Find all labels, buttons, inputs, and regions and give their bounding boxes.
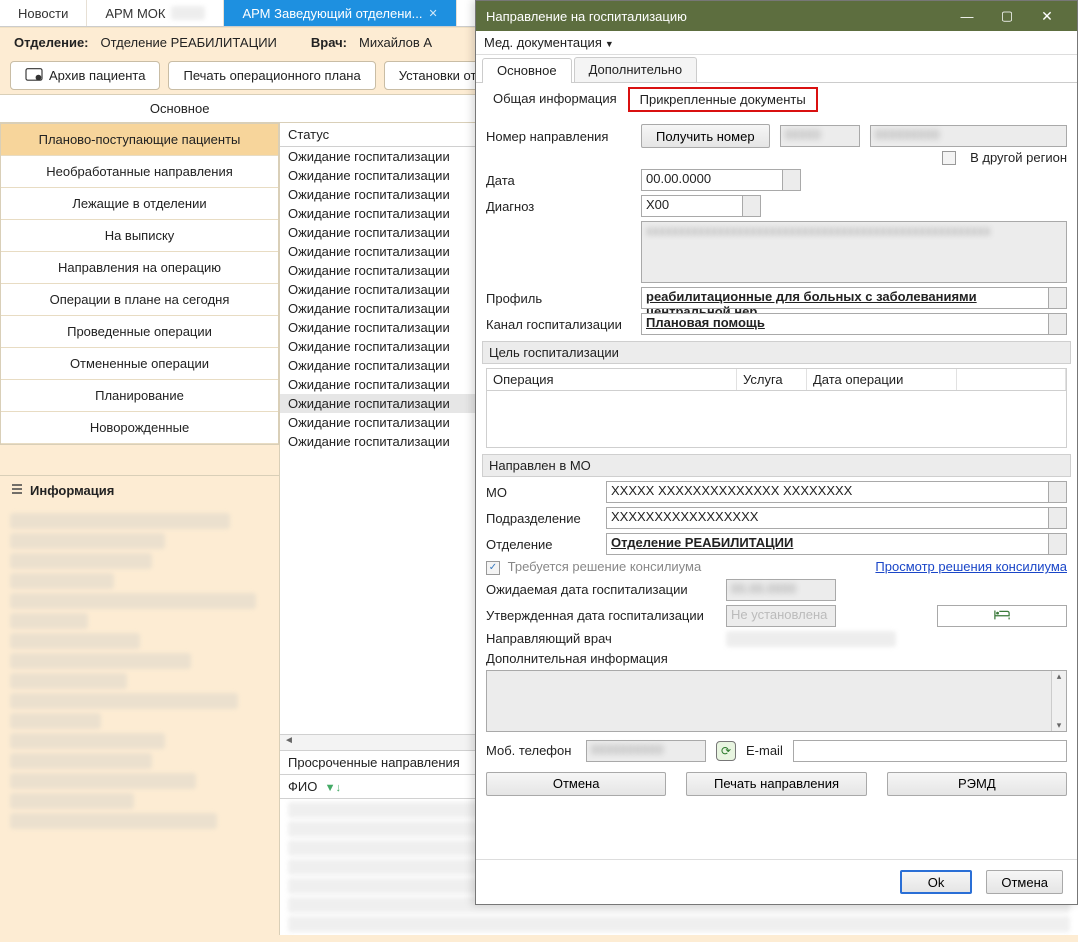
menu-med-doc[interactable]: Мед. документация▼ xyxy=(484,35,614,50)
phone-field[interactable]: 0000000000 xyxy=(586,740,706,762)
phone-label: Моб. телефон xyxy=(486,743,576,758)
ok-button[interactable]: Ok xyxy=(900,870,973,894)
cancel-referral-button[interactable]: Отмена xyxy=(486,772,666,796)
diag-code-field[interactable]: X00 xyxy=(641,195,761,217)
dept-form-label: Отделение xyxy=(486,537,596,552)
refresh-icon[interactable]: ⟳ xyxy=(716,741,736,761)
conf-date-label: Утвержденная дата госпитализации xyxy=(486,608,716,623)
nav-item[interactable]: Отмененные операции xyxy=(1,348,278,380)
info-body xyxy=(0,505,279,935)
print-referral-button[interactable]: Печать направления xyxy=(686,772,866,796)
sent-header: Направлен в МО xyxy=(482,454,1071,477)
archive-button[interactable]: Архив пациента xyxy=(10,61,160,90)
dept-value: Отделение РЕАБИЛИТАЦИИ xyxy=(101,35,277,50)
filter-icon[interactable]: ▼↓ xyxy=(325,782,341,794)
exp-date-field[interactable]: 00.00.0000 xyxy=(726,579,836,601)
dialog-title: Направление на госпитализацию xyxy=(486,9,687,24)
form-area: Номер направления Получить номер 00000 0… xyxy=(476,116,1077,859)
hospitalization-dialog: Направление на госпитализацию — ▢ ✕ Мед.… xyxy=(475,0,1078,905)
date-field[interactable]: 00.00.0000 xyxy=(641,169,801,191)
profile-label: Профиль xyxy=(486,291,631,306)
remd-button[interactable]: РЭМД xyxy=(887,772,1067,796)
dialog-sub-tabs: Общая информация Прикрепленные документы xyxy=(476,83,1077,116)
info-header: Информация xyxy=(0,475,279,505)
diag-text-field[interactable]: xxxxxxxxxxxxxxxxxxxxxxxxxxxxxxxxxxxxxxxx… xyxy=(641,221,1067,283)
scrollbar[interactable]: ▴▾ xyxy=(1051,671,1066,731)
subdiv-field[interactable]: XXXXXXXXXXXXXXXXX xyxy=(606,507,1067,529)
extra-info-field[interactable]: ▴▾ xyxy=(486,670,1067,732)
print-plan-button[interactable]: Печать операционного плана xyxy=(168,61,375,90)
submenu-main[interactable]: Основное xyxy=(0,95,359,122)
other-region-checkbox[interactable] xyxy=(942,151,956,165)
other-region-label: В другой регион xyxy=(970,150,1067,165)
nav-item[interactable]: Направления на операцию xyxy=(1,252,278,284)
conf-date-field[interactable]: Не установлена xyxy=(726,605,836,627)
diag-label: Диагноз xyxy=(486,199,631,214)
nav-item[interactable]: Необработанные направления xyxy=(1,156,278,188)
consilium-checkbox[interactable]: ✓ xyxy=(486,561,500,575)
ref-doctor-label: Направляющий врач xyxy=(486,631,716,646)
close-button[interactable]: ✕ xyxy=(1027,8,1067,25)
date-label: Дата xyxy=(486,173,631,188)
dept-field[interactable]: Отделение РЕАБИЛИТАЦИИ xyxy=(606,533,1067,555)
bed-button[interactable] xyxy=(937,605,1067,627)
nav-item[interactable]: Лежащие в отделении xyxy=(1,188,278,220)
subtab-general-info[interactable]: Общая информация xyxy=(482,87,628,112)
email-field[interactable] xyxy=(793,740,1067,762)
dialog-top-tabs: Основное Дополнительно xyxy=(476,55,1077,83)
dialog-titlebar: Направление на госпитализацию — ▢ ✕ xyxy=(476,1,1077,31)
app-tab-news[interactable]: Новости xyxy=(0,0,87,26)
tab-main[interactable]: Основное xyxy=(482,58,572,83)
col-status[interactable]: Статус xyxy=(288,127,329,142)
archive-icon xyxy=(25,66,43,85)
email-label: E-mail xyxy=(746,743,783,758)
get-number-button[interactable]: Получить номер xyxy=(641,124,770,148)
num-field-1: 00000 xyxy=(780,125,860,147)
mo-label: МО xyxy=(486,485,596,500)
bed-icon xyxy=(994,609,1010,624)
nav-item[interactable]: Планирование xyxy=(1,380,278,412)
close-icon[interactable]: ✕ xyxy=(429,7,438,20)
dialog-footer: Ok Отмена xyxy=(476,859,1077,904)
nav-item[interactable]: На выписку xyxy=(1,220,278,252)
left-column: Планово-поступающие пациентыНеобработанн… xyxy=(0,123,280,935)
app-tab-arm-mok[interactable]: АРМ МОК xyxy=(87,0,224,26)
num-field-2: 000000000 xyxy=(870,125,1067,147)
nav-item[interactable]: Новорожденные xyxy=(1,412,278,444)
list-icon xyxy=(10,482,24,499)
channel-field[interactable]: Плановая помощь xyxy=(641,313,1067,335)
cancel-button[interactable]: Отмена xyxy=(986,870,1063,894)
subtab-attached-docs[interactable]: Прикрепленные документы xyxy=(628,87,818,112)
num-label: Номер направления xyxy=(486,129,631,144)
goal-table[interactable]: Операция Услуга Дата операции xyxy=(486,368,1067,448)
maximize-button[interactable]: ▢ xyxy=(987,8,1027,24)
minimize-button[interactable]: — xyxy=(947,9,987,24)
col-op-date[interactable]: Дата операции xyxy=(807,369,957,390)
col-operation[interactable]: Операция xyxy=(487,369,737,390)
channel-label: Канал госпитализации xyxy=(486,317,631,332)
dialog-menubar: Мед. документация▼ xyxy=(476,31,1077,55)
subdiv-label: Подразделение xyxy=(486,511,596,526)
extra-info-label: Дополнительная информация xyxy=(486,651,668,666)
nav-list: Планово-поступающие пациентыНеобработанн… xyxy=(0,123,279,445)
doctor-value: Михайлов А xyxy=(359,35,432,50)
exp-date-label: Ожидаемая дата госпитализации xyxy=(486,582,716,597)
mo-field[interactable]: XXXXX XXXXXXXXXXXXXX XXXXXXXX xyxy=(606,481,1067,503)
nav-item[interactable]: Операции в плане на сегодня xyxy=(1,284,278,316)
app-tab-arm-dept[interactable]: АРМ Заведующий отделени...✕ xyxy=(224,0,456,26)
tab-extra[interactable]: Дополнительно xyxy=(574,57,698,82)
consilium-label: Требуется решение консилиума xyxy=(508,559,702,574)
profile-field[interactable]: реабилитационные для больных с заболеван… xyxy=(641,287,1067,309)
dept-label: Отделение: xyxy=(14,35,89,50)
nav-item[interactable]: Планово-поступающие пациенты xyxy=(1,124,278,156)
nav-item[interactable]: Проведенные операции xyxy=(1,316,278,348)
consilium-link[interactable]: Просмотр решения консилиума xyxy=(875,559,1067,574)
goal-header: Цель госпитализации xyxy=(482,341,1071,364)
col-service[interactable]: Услуга xyxy=(737,369,807,390)
doctor-label: Врач: xyxy=(311,35,347,50)
col-fio[interactable]: ФИО xyxy=(288,779,317,794)
